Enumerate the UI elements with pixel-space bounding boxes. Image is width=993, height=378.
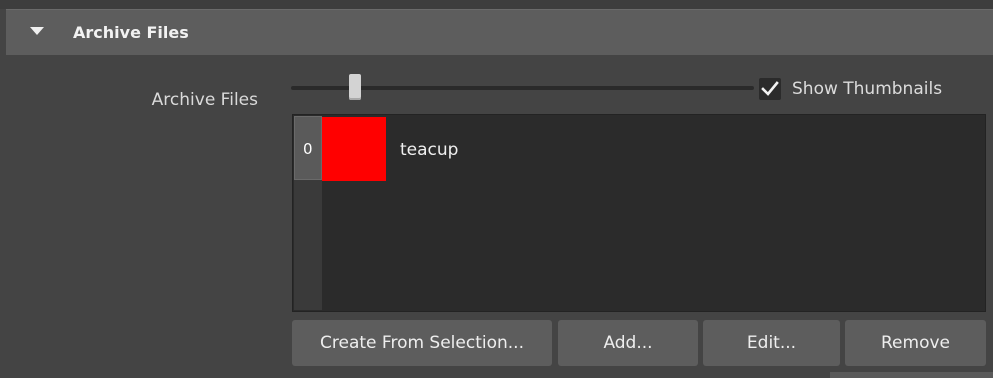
section-title: Archive Files [73, 23, 189, 42]
top-strip [0, 0, 993, 9]
list-item-thumbnail [322, 117, 386, 181]
list-item-index: 0 [294, 116, 322, 180]
remove-button[interactable]: Remove [845, 320, 986, 366]
bottom-strip [830, 372, 993, 378]
show-thumbnails-checkbox[interactable] [759, 78, 781, 100]
create-from-selection-button[interactable]: Create From Selection... [292, 320, 552, 366]
archive-files-label: Archive Files [151, 90, 258, 110]
edit-button[interactable]: Edit... [703, 320, 840, 366]
archive-files-section-header[interactable]: Archive Files [6, 9, 993, 55]
list-item[interactable]: 0 teacup [293, 115, 985, 183]
archive-files-list[interactable]: 0 teacup [292, 114, 986, 312]
checkmark-icon [761, 81, 779, 96]
list-item-name: teacup [400, 140, 459, 160]
add-button[interactable]: Add... [558, 320, 698, 366]
thumbnail-size-slider-handle[interactable] [349, 74, 362, 100]
triangle-down-icon[interactable] [30, 27, 44, 35]
show-thumbnails-label[interactable]: Show Thumbnails [792, 79, 942, 99]
